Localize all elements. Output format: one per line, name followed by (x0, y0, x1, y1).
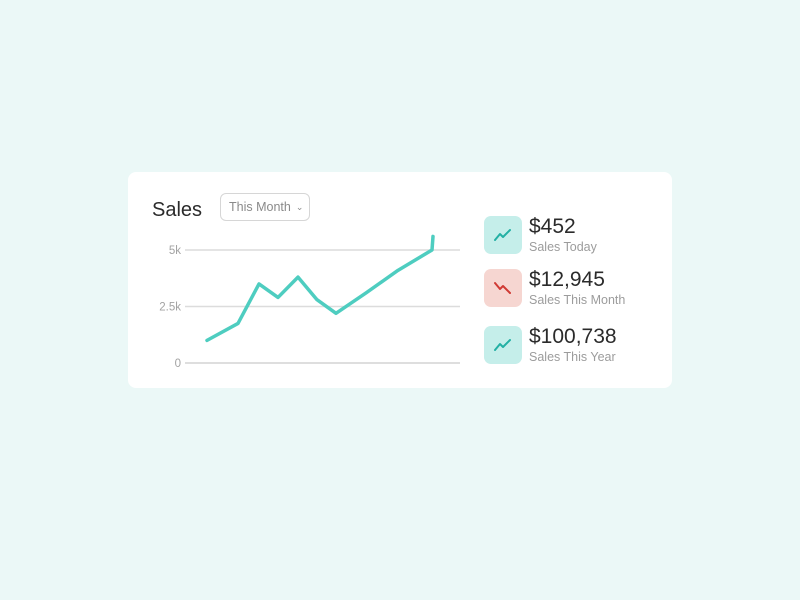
stat-label: Sales This Month (529, 293, 626, 307)
stat-label: Sales Today (529, 240, 597, 254)
sales-line-chart: 5k 2.5k 0 (159, 234, 460, 370)
stat-value: $452 (529, 215, 576, 238)
trend-up-icon (494, 339, 511, 351)
stat-badge (484, 326, 522, 364)
stat-value: $100,738 (529, 325, 617, 348)
stat-sales-this-month: $12,945 Sales This Month (484, 268, 664, 309)
stat-value: $12,945 (529, 268, 605, 291)
y-tick-label: 2.5k (159, 302, 181, 314)
stat-sales-this-year: $100,738 Sales This Year (484, 325, 664, 366)
trend-down-icon (494, 282, 511, 294)
stat-badge (484, 269, 522, 307)
sales-card: Sales This Month ⌄ 5k 2.5k 0 $452 Sales To… (128, 172, 672, 388)
sales-series-line (205, 234, 435, 343)
trend-up-icon (494, 229, 511, 241)
stat-badge (484, 216, 522, 254)
y-tick-label: 5k (169, 245, 181, 257)
stat-label: Sales This Year (529, 350, 616, 364)
stat-sales-today: $452 Sales Today (484, 215, 664, 256)
y-tick-label: 0 (175, 358, 181, 370)
